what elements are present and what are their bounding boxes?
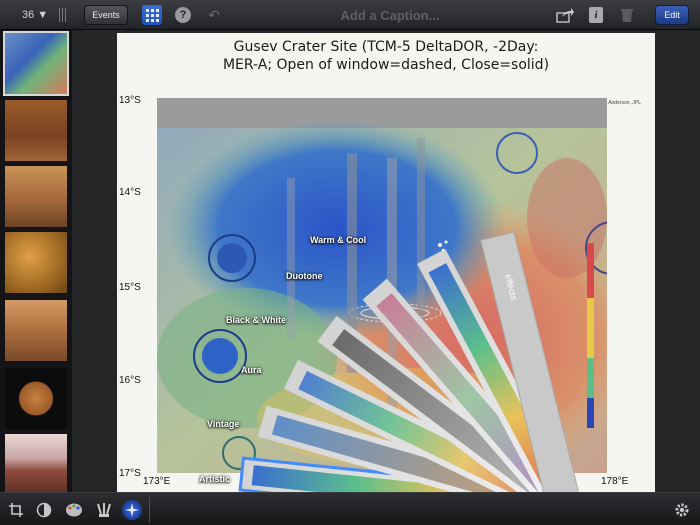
brushes-icon[interactable] bbox=[94, 500, 114, 520]
bottom-tool-bar bbox=[0, 492, 700, 525]
effect-label-black-white[interactable]: Black & White bbox=[226, 315, 286, 325]
toolbar-divider bbox=[149, 497, 150, 523]
settings-gear-icon[interactable] bbox=[672, 500, 692, 520]
effect-label-aura[interactable]: Aura bbox=[241, 365, 262, 375]
effect-label-vintage[interactable]: Vintage bbox=[207, 419, 239, 429]
effects-sparkle-icon bbox=[438, 240, 448, 252]
crop-icon[interactable] bbox=[6, 500, 26, 520]
effects-fan: effects bbox=[238, 231, 583, 525]
effects-icon[interactable] bbox=[122, 500, 142, 520]
effect-label-duotone[interactable]: Duotone bbox=[286, 271, 323, 281]
color-palette-icon[interactable] bbox=[64, 500, 84, 520]
effect-label-warm-cool[interactable]: Warm & Cool bbox=[310, 235, 366, 245]
exposure-icon[interactable] bbox=[34, 500, 54, 520]
effect-label-artistic[interactable]: Artistic bbox=[199, 474, 230, 484]
